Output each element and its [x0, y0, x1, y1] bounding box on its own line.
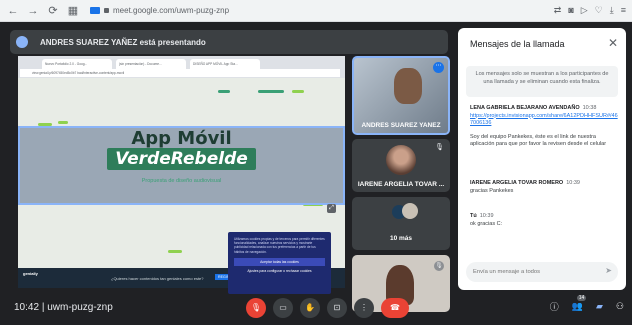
more-options-button[interactable]: ⋮ — [354, 298, 374, 318]
mic-off-icon: 🎙 — [250, 303, 262, 312]
slide-subtitle: Propuesta de diseño audiovisual — [141, 178, 222, 184]
message-sender: Tú — [470, 213, 477, 219]
message-link[interactable]: https://projects.invisionapp.com/share/6… — [470, 113, 618, 128]
hand-icon: ✋ — [305, 303, 315, 312]
cookie-accept: Aceptar todas las cookies — [234, 257, 325, 266]
translate-icon[interactable]: ⇄ — [554, 5, 562, 16]
chat-compose: ➤ — [466, 262, 618, 282]
apps-icon[interactable]: ▦ — [66, 4, 80, 18]
send-icon[interactable]: ➤ — [605, 266, 612, 275]
expand-icon: ⤢ — [327, 204, 336, 213]
activities-icon[interactable]: ⚇ — [616, 301, 624, 312]
camera-icon: ▭ — [279, 303, 287, 312]
decor-dash — [258, 90, 284, 93]
message-time: 10:39 — [566, 180, 580, 186]
participant-name: ANDRES SUAREZ YAÑEZ — [361, 122, 441, 129]
camera-indicator-icon — [90, 7, 100, 14]
forward-icon[interactable]: → — [26, 4, 40, 18]
cookie-dialog: Utilizamos cookies propias y de terceros… — [228, 232, 331, 294]
footer-brand: genially — [23, 271, 38, 276]
reload-icon[interactable]: ⟳ — [46, 4, 60, 18]
avatar — [386, 145, 416, 175]
browser-toolbar: ← → ⟳ ▦ meet.google.com/uwm-puzg-znp ⇄ ◙… — [0, 0, 632, 22]
presenter-banner: ANDRES SUAREZ YAÑEZ está presentando — [10, 30, 448, 54]
participant-video — [394, 68, 422, 104]
info-icon[interactable]: ⓘ — [550, 300, 559, 313]
slide-logo: VerdeRebelde — [18, 148, 345, 201]
present-icon: ⊡ — [333, 303, 341, 312]
bottom-bar: 10:42 | uwm-puzg-znp 🎙 ▭ ✋ ⊡ ⋮ ☎ ⓘ 👥 14 ▰… — [0, 292, 632, 325]
shared-address-bar: view.genial.ly/6097450ed5c0b7 bad/intera… — [20, 69, 340, 77]
clock-time: 10:42 — [14, 302, 40, 313]
chat-title: Mensajes de la llamada — [470, 39, 565, 49]
cookie-settings: Ajustes para configurar o rechazar cooki… — [247, 268, 312, 273]
chat-notice: Los mensajes solo se muestran a los part… — [466, 66, 618, 97]
more-options-icon[interactable]: ⋯ — [433, 62, 444, 73]
cookie-text: Utilizamos cookies propias y de terceros… — [234, 237, 325, 254]
meeting-code: uwm-puzg-znp — [47, 302, 113, 313]
browser-actions: ⇄ ◙ ▷ ♡ ⤓ ≡ — [554, 5, 626, 16]
mic-off-icon: 🎙 — [434, 261, 444, 271]
chat-panel: Mensajes de la llamada ✕ Los mensajes so… — [458, 28, 626, 290]
camera-toggle-button[interactable]: ▭ — [273, 298, 293, 318]
side-panel-controls: ⓘ 👥 14 ▰ ⚇ — [550, 295, 624, 313]
back-icon[interactable]: ← — [6, 4, 20, 18]
decor-dash — [218, 90, 230, 93]
avatar — [402, 203, 418, 219]
message-time: 10:38 — [582, 105, 597, 111]
present-button[interactable]: ⊡ — [327, 298, 347, 318]
message-text: Soy del equipo Pankekes, éste es el link… — [470, 133, 607, 148]
menu-icon[interactable]: ≡ — [621, 5, 626, 16]
url-text: meet.google.com/uwm-puzg-znp — [113, 6, 230, 15]
send-icon[interactable]: ▷ — [581, 5, 588, 16]
message-text: gracias Pankekes — [470, 187, 514, 194]
chat-message: LENA GABRIELA BEJARANO AVENDAÑO 10:38 htt… — [470, 105, 618, 149]
participant-tile-presenter[interactable]: ⋯ ANDRES SUAREZ YAÑEZ — [352, 56, 450, 135]
close-icon[interactable]: ✕ — [608, 36, 618, 50]
shared-tab: Nuevo Portafolio 2.0 - Goog... — [42, 59, 112, 69]
camera-icon[interactable]: ◙ — [568, 5, 573, 16]
people-icon[interactable]: 👥 14 — [572, 295, 587, 312]
participants-badge: 14 — [576, 295, 587, 301]
more-participants-label: 10 más — [389, 235, 413, 242]
decor-dash — [292, 90, 304, 93]
meet-window: ANDRES SUAREZ YAÑEZ está presentando Nue… — [0, 22, 632, 325]
bookmark-icon[interactable]: ♡ — [595, 5, 603, 16]
more-participants-tile[interactable]: 10 más — [352, 197, 450, 250]
participant-tile[interactable]: 🎙 IARENE ARGELIA TOVAR ... — [352, 139, 450, 192]
chat-icon[interactable]: ▰ — [596, 301, 603, 312]
more-vert-icon: ⋮ — [360, 303, 368, 312]
presenter-avatar — [16, 36, 28, 48]
shared-tab: (sin presentación) - Docume... — [116, 59, 186, 69]
message-time: 10:39 — [479, 213, 494, 219]
message-sender: IARENE ARGELIA TOVAR ROMERO — [470, 180, 564, 186]
download-icon[interactable]: ⤓ — [610, 5, 614, 16]
decor-dash — [58, 121, 68, 124]
call-controls: 🎙 ▭ ✋ ⊡ ⋮ ☎ — [246, 298, 409, 318]
presenter-text: ANDRES SUAREZ YAÑEZ está presentando — [40, 37, 206, 47]
decor-dash — [168, 250, 182, 253]
raise-hand-button[interactable]: ✋ — [300, 298, 320, 318]
footer-question: ¿Quieres hacer contenidos tan geniales c… — [111, 276, 204, 281]
shared-browser-tabs: Nuevo Portafolio 2.0 - Goog... (sin pres… — [18, 56, 345, 78]
chat-message: Tú 10:39 ok gracias C: — [470, 213, 618, 228]
message-text: ok gracias C: — [470, 220, 503, 227]
address-bar[interactable]: meet.google.com/uwm-puzg-znp — [90, 6, 229, 15]
hang-up-icon: ☎ — [390, 303, 400, 312]
leave-call-button[interactable]: ☎ — [381, 298, 409, 318]
mic-toggle-button[interactable]: 🎙 — [246, 298, 266, 318]
shared-tab: DISEÑO APP MÓVIL App Sta... — [190, 59, 260, 69]
chat-message: IARENE ARGELIA TOVAR ROMERO 10:39 gracias… — [470, 180, 618, 195]
meeting-info: 10:42 | uwm-puzg-znp — [14, 302, 113, 313]
participant-name: IARENE ARGELIA TOVAR ... — [357, 181, 445, 188]
message-sender: LENA GABRIELA BEJARANO AVENDAÑO — [470, 105, 580, 111]
slide-logo-text: VerdeRebelde — [107, 148, 256, 170]
lock-icon — [104, 8, 109, 13]
chat-input[interactable] — [473, 266, 593, 278]
mic-off-icon: 🎙 — [435, 144, 444, 151]
